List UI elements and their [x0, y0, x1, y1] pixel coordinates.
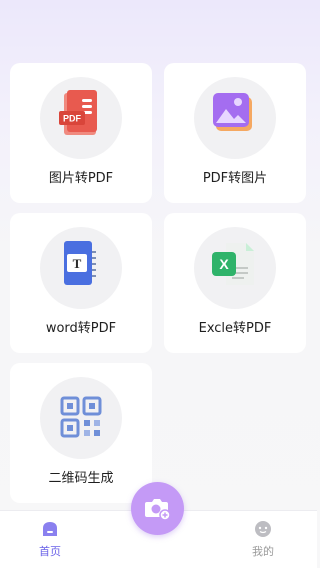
profile-icon — [255, 521, 271, 537]
tool-card-qr-code[interactable]: 二维码生成 — [10, 363, 152, 503]
tab-mine[interactable]: 我的 — [233, 519, 293, 563]
tab-home[interactable]: 首页 — [20, 519, 80, 563]
tool-icon-circle: PDF — [40, 77, 122, 159]
tool-label: word转PDF — [45, 321, 117, 336]
image-to-pdf-icon: PDF — [59, 90, 97, 135]
tool-label: 图片转PDF — [48, 171, 114, 186]
tab-home-label: 首页 — [39, 545, 61, 558]
svg-text:X: X — [219, 256, 229, 272]
camera-scan-button[interactable] — [131, 482, 184, 535]
tab-mine-label: 我的 — [252, 545, 274, 558]
word-to-pdf-icon: T — [64, 241, 96, 285]
svg-text:PDF: PDF — [63, 114, 82, 124]
excel-to-pdf-icon: X — [212, 243, 254, 285]
tool-card-excel-to-pdf[interactable]: X Excle转PDF — [164, 213, 306, 353]
pdf-to-image-icon — [213, 93, 252, 131]
home-icon — [43, 522, 57, 536]
tool-label: 二维码生成 — [48, 471, 114, 486]
tool-card-word-to-pdf[interactable]: T word转PDF — [10, 213, 152, 353]
tool-icon-circle: T — [40, 227, 122, 309]
tool-label: Excle转PDF — [198, 321, 272, 336]
svg-text:T: T — [73, 256, 82, 271]
tool-icon-circle — [40, 377, 122, 459]
tool-card-image-to-pdf[interactable]: PDF 图片转PDF — [10, 63, 152, 203]
tool-label: PDF转图片 — [202, 171, 268, 186]
tool-card-pdf-to-image[interactable]: PDF转图片 — [164, 63, 306, 203]
tool-grid: PDF 图片转PDF PDF转图片 T word转PDF X Excle转PDF… — [0, 0, 317, 510]
camera-icon — [145, 499, 171, 521]
tool-icon-circle: X — [194, 227, 276, 309]
tool-icon-circle — [194, 77, 276, 159]
qr-code-icon — [60, 396, 102, 438]
